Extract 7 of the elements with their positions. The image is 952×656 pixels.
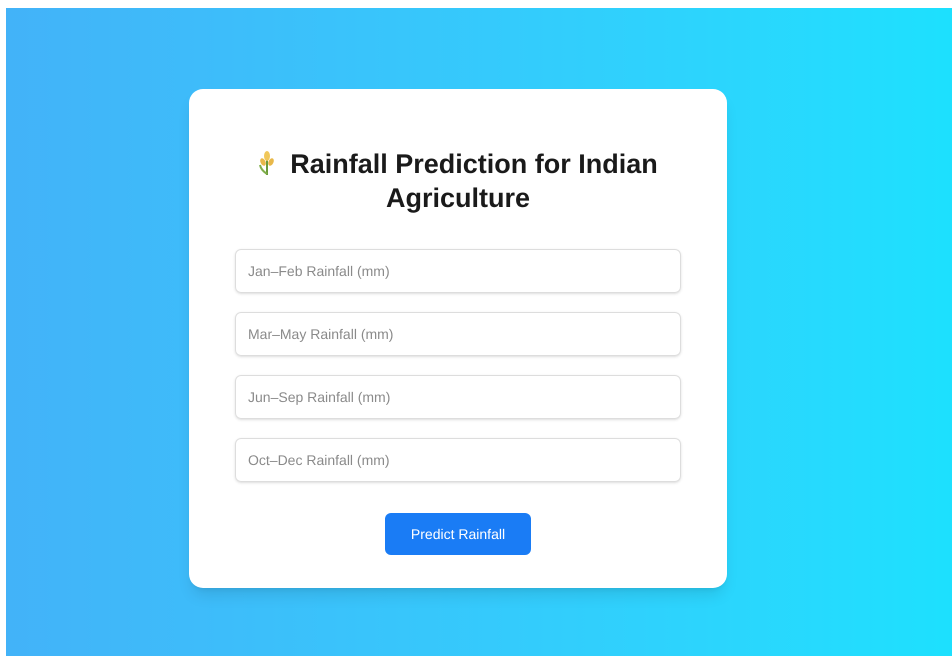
input-field[interactable]: Mar–May Rainfall (mm) bbox=[235, 312, 681, 356]
page-title: Rainfall Prediction for Indian Agriculture bbox=[290, 149, 658, 213]
input-field[interactable]: Jan–Feb Rainfall (mm) bbox=[235, 249, 681, 293]
input-field[interactable]: Jun–Sep Rainfall (mm) bbox=[235, 375, 681, 419]
predict-button[interactable]: Predict Rainfall bbox=[385, 513, 531, 555]
wheat-icon bbox=[258, 150, 276, 176]
input-field[interactable]: Oct–Dec Rainfall (mm) bbox=[235, 438, 681, 482]
